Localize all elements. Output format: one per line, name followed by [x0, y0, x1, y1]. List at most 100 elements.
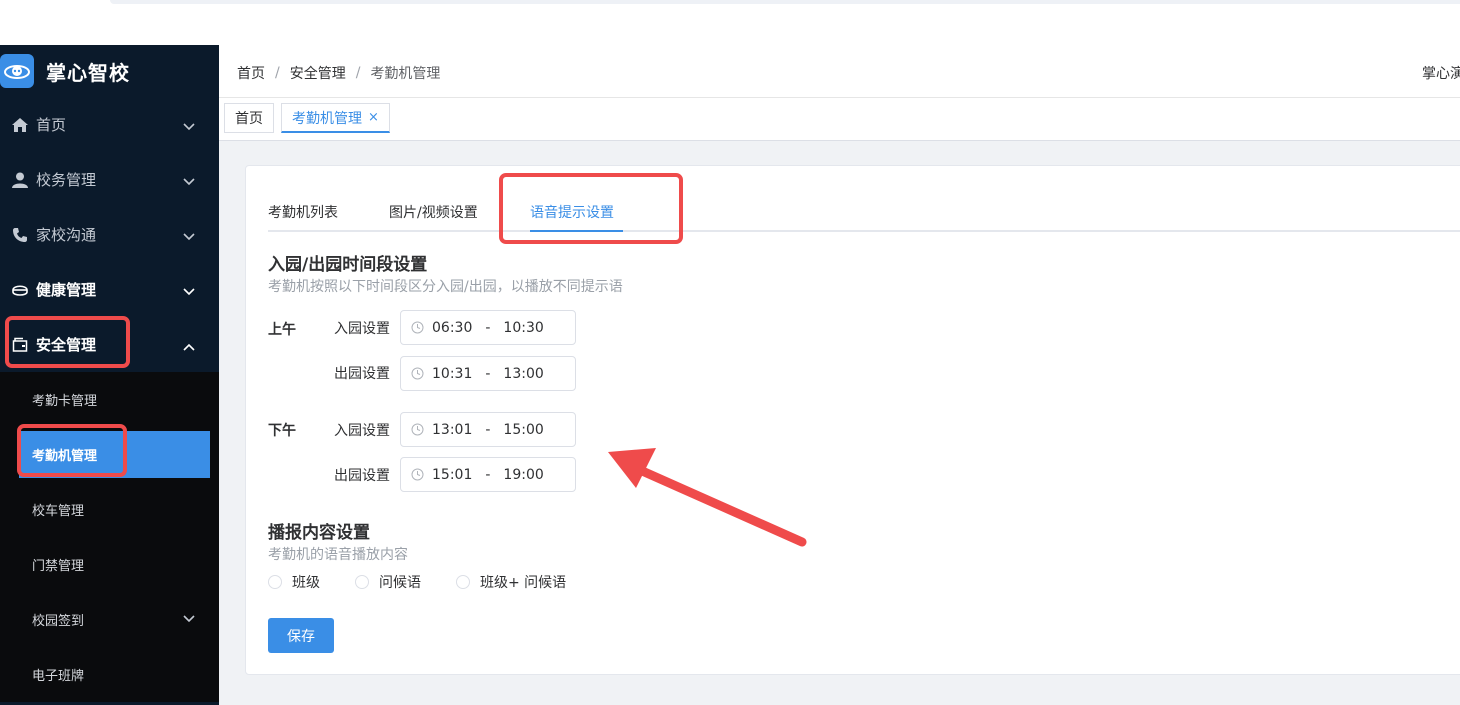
radio-circle: [456, 575, 470, 589]
tab-machine-list[interactable]: 考勤机列表: [268, 202, 338, 222]
end-time: 15:00: [503, 421, 544, 438]
start-time: 13:01: [432, 421, 473, 438]
sidebar-subitem-label: 电子班牌: [32, 669, 85, 684]
sidebar-item-home[interactable]: 首页: [0, 97, 219, 152]
morning-out-time-range[interactable]: 10:31 - 13:00: [400, 356, 576, 391]
range-separator: -: [485, 466, 491, 483]
app-name: 掌心智校: [46, 60, 130, 85]
end-time: 10:30: [503, 319, 544, 336]
radio-label: 问候语: [379, 575, 421, 591]
active-tab-indicator: [530, 230, 623, 232]
annotation-arrow-icon: [608, 448, 807, 547]
chevron-down-icon: [183, 282, 195, 300]
breadcrumb-item[interactable]: 首页: [237, 63, 265, 83]
sidebar-item-label: 安全管理: [36, 336, 97, 354]
afternoon-in-time-range[interactable]: 13:01 - 15:00: [400, 412, 576, 447]
afternoon-out-time-range[interactable]: 15:01 - 19:00: [400, 457, 576, 492]
save-button[interactable]: 保存: [268, 618, 334, 653]
start-time: 10:31: [432, 365, 473, 382]
user-menu[interactable]: 掌心演示: [1422, 63, 1460, 83]
sidebar-subitem-checkin[interactable]: 校园签到: [0, 592, 219, 647]
morning-in-time-range[interactable]: 06:30 - 10:30: [400, 310, 576, 345]
radio-greeting[interactable]: 问候语: [355, 572, 421, 592]
afternoon-in-label: 入园设置: [334, 423, 390, 439]
morning-label: 上午: [268, 322, 296, 338]
breadcrumb-item[interactable]: 安全管理: [290, 63, 346, 83]
chevron-down-icon: [183, 117, 195, 135]
chevron-down-icon: [183, 612, 195, 627]
radio-circle: [268, 575, 282, 589]
end-time: 19:00: [503, 466, 544, 483]
app-logo[interactable]: 掌心智校: [0, 45, 219, 97]
start-time: 15:01: [432, 466, 473, 483]
tag-label: 考勤机管理: [292, 110, 362, 127]
range-separator: -: [485, 421, 491, 438]
sidebar-subitem-card[interactable]: 考勤卡管理: [0, 372, 219, 427]
radio-label: 班级+ 问候语: [480, 575, 567, 591]
chevron-up-icon: [183, 337, 195, 355]
sidebar-subitem-bus[interactable]: 校车管理: [0, 482, 219, 537]
range-separator: -: [485, 319, 491, 336]
top-header: 首页 / 安全管理 / 考勤机管理 掌心演示: [219, 45, 1460, 98]
sidebar-subitem-gate[interactable]: 门禁管理: [0, 537, 219, 592]
sidebar-item-home-school[interactable]: 家校沟通: [0, 207, 219, 262]
end-time: 13:00: [503, 365, 544, 382]
tag-label: 首页: [235, 111, 263, 127]
home-icon: [10, 116, 30, 134]
broadcast-options: 班级 问候语 班级+ 问候语: [268, 572, 601, 592]
tag-attendance-machine[interactable]: 考勤机管理 ×: [281, 103, 390, 133]
broadcast-section-desc: 考勤机的语音播放内容: [268, 547, 408, 563]
health-icon: [10, 281, 30, 299]
tag-home[interactable]: 首页: [224, 103, 274, 133]
broadcast-section-title: 播报内容设置: [268, 523, 370, 543]
sidebar-item-label: 首页: [36, 116, 67, 134]
radio-label: 班级: [292, 575, 320, 591]
user-icon: [10, 171, 30, 189]
breadcrumb-current: 考勤机管理: [370, 66, 441, 82]
sidebar-item-label: 健康管理: [36, 281, 97, 299]
clock-icon: [411, 367, 424, 380]
sidebar-subitem-board[interactable]: 电子班牌: [0, 647, 219, 702]
breadcrumb-separator: /: [355, 65, 361, 81]
sidebar-subitem-label: 考勤卡管理: [32, 394, 98, 409]
phone-icon: [10, 226, 30, 244]
sidebar-item-school-affairs[interactable]: 校务管理: [0, 152, 219, 207]
settings-card: 考勤机列表 图片/视频设置 语音提示设置 入园/出园时间段设置 考勤机按照以下时…: [245, 165, 1460, 675]
clock-icon: [411, 321, 424, 334]
radio-class-greeting[interactable]: 班级+ 问候语: [456, 572, 566, 592]
close-icon[interactable]: ×: [368, 110, 379, 125]
sidebar-item-label: 家校沟通: [36, 226, 97, 244]
tags-view: 首页 考勤机管理 ×: [219, 98, 1460, 141]
main-content: 考勤机列表 图片/视频设置 语音提示设置 入园/出园时间段设置 考勤机按照以下时…: [219, 141, 1460, 705]
sidebar-subitem-label: 门禁管理: [32, 559, 85, 574]
logo-icon: [0, 54, 34, 88]
afternoon-out-label: 出园设置: [334, 468, 390, 484]
tab-voice-settings[interactable]: 语音提示设置: [530, 202, 614, 222]
start-time: 06:30: [432, 319, 473, 336]
sidebar-subitem-label: 校车管理: [32, 504, 85, 519]
radio-circle: [355, 575, 369, 589]
tab-media-settings[interactable]: 图片/视频设置: [389, 202, 478, 222]
range-separator: -: [485, 365, 491, 382]
sidebar-item-label: 校务管理: [36, 171, 97, 189]
clock-icon: [411, 468, 424, 481]
clock-icon: [411, 423, 424, 436]
tab-bar: 考勤机列表 图片/视频设置 语音提示设置: [268, 186, 1460, 232]
time-section-title: 入园/出园时间段设置: [268, 255, 428, 275]
wallet-icon: [10, 336, 30, 354]
security-submenu: 考勤卡管理 考勤机管理 校车管理 门禁管理 校园签到 电子班牌: [0, 372, 219, 702]
breadcrumb: 首页 / 安全管理 / 考勤机管理: [237, 63, 440, 83]
sidebar-subitem-label: 考勤机管理: [32, 449, 98, 464]
sidebar: 掌心智校 首页 校务管理 家校沟通 健康管理 安全管理 考勤卡管理 考勤机管理 …: [0, 45, 219, 705]
radio-class[interactable]: 班级: [268, 572, 320, 592]
sidebar-item-security[interactable]: 安全管理: [0, 317, 219, 372]
sidebar-subitem-label: 校园签到: [32, 614, 85, 629]
morning-out-label: 出园设置: [334, 366, 390, 382]
sidebar-item-health[interactable]: 健康管理: [0, 262, 219, 317]
chevron-down-icon: [183, 227, 195, 245]
afternoon-label: 下午: [268, 423, 296, 439]
sidebar-subitem-machine[interactable]: 考勤机管理: [19, 431, 210, 478]
breadcrumb-separator: /: [275, 65, 280, 81]
browser-top-strip: [0, 0, 1460, 45]
time-section-desc: 考勤机按照以下时间段区分入园/出园，以播放不同提示语: [268, 279, 623, 295]
